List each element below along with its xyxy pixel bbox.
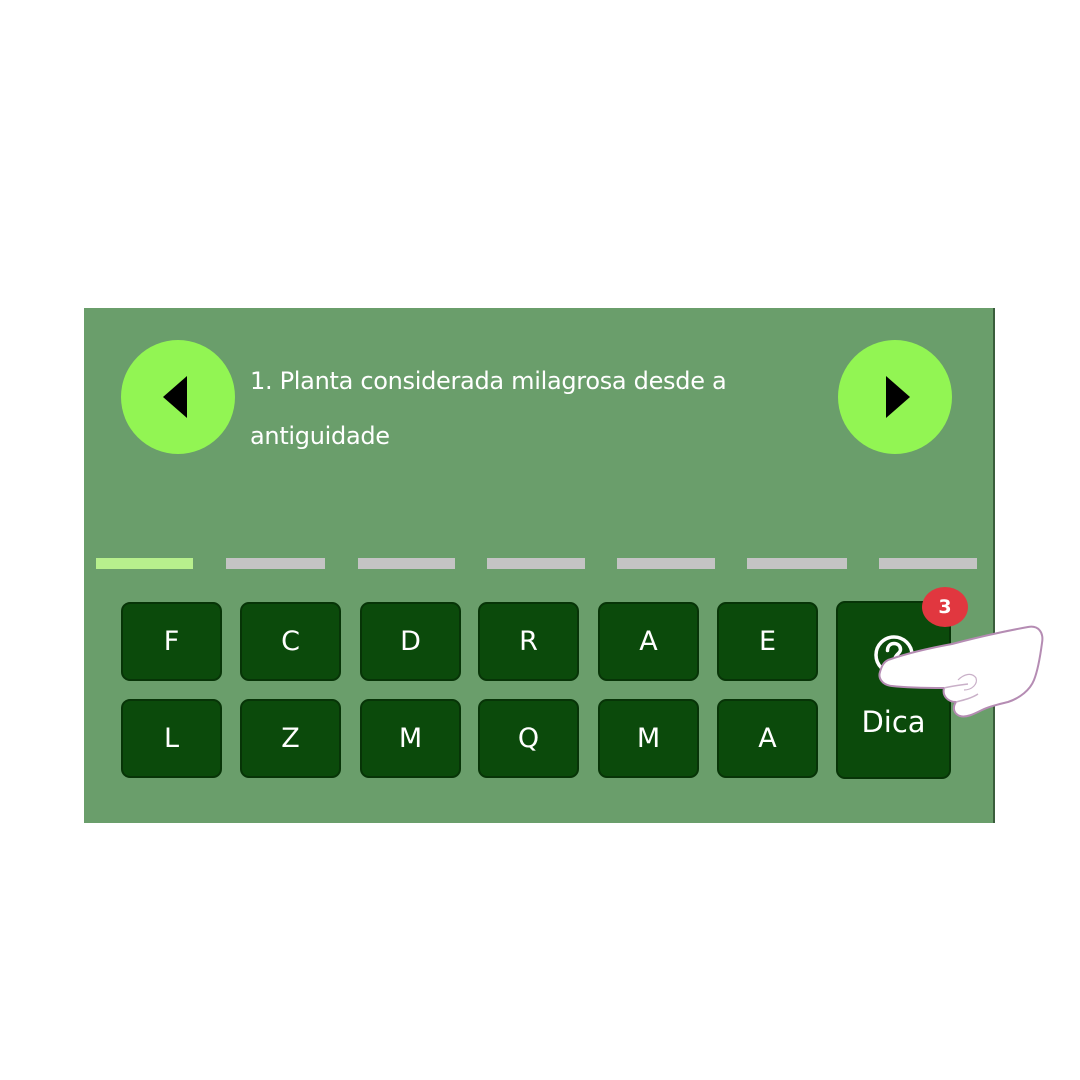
letter-key[interactable]: E (717, 602, 818, 681)
answer-slot[interactable] (487, 558, 585, 569)
word-game-panel: 1. Planta considerada milagrosa desde a … (84, 308, 994, 823)
previous-clue-button[interactable] (121, 340, 235, 454)
answer-slot[interactable] (617, 558, 715, 569)
letter-key[interactable]: A (598, 602, 699, 681)
answer-slot[interactable] (96, 558, 193, 569)
answer-slot[interactable] (879, 558, 977, 569)
stage: 1. Planta considerada milagrosa desde a … (0, 0, 1080, 1080)
letter-key[interactable]: M (598, 699, 699, 778)
panel-edge (993, 308, 995, 823)
letter-key[interactable]: C (240, 602, 341, 681)
letter-key[interactable]: Z (240, 699, 341, 778)
clue-text: 1. Planta considerada milagrosa desde a … (250, 367, 727, 450)
letter-key[interactable]: Q (478, 699, 579, 778)
next-clue-button[interactable] (838, 340, 952, 454)
triangle-right-icon (886, 376, 910, 418)
hint-button[interactable]: Dica (836, 601, 951, 779)
letter-key[interactable]: F (121, 602, 222, 681)
letter-key[interactable]: M (360, 699, 461, 778)
answer-slot[interactable] (358, 558, 455, 569)
triangle-left-icon (163, 376, 187, 418)
hint-label: Dica (861, 705, 926, 739)
question-circle-icon (874, 635, 914, 675)
hint-count-badge: 3 (922, 587, 968, 627)
letter-key[interactable]: R (478, 602, 579, 681)
answer-slot[interactable] (226, 558, 325, 569)
letter-key[interactable]: L (121, 699, 222, 778)
answer-slot[interactable] (747, 558, 847, 569)
letter-key[interactable]: D (360, 602, 461, 681)
letter-key[interactable]: A (717, 699, 818, 778)
